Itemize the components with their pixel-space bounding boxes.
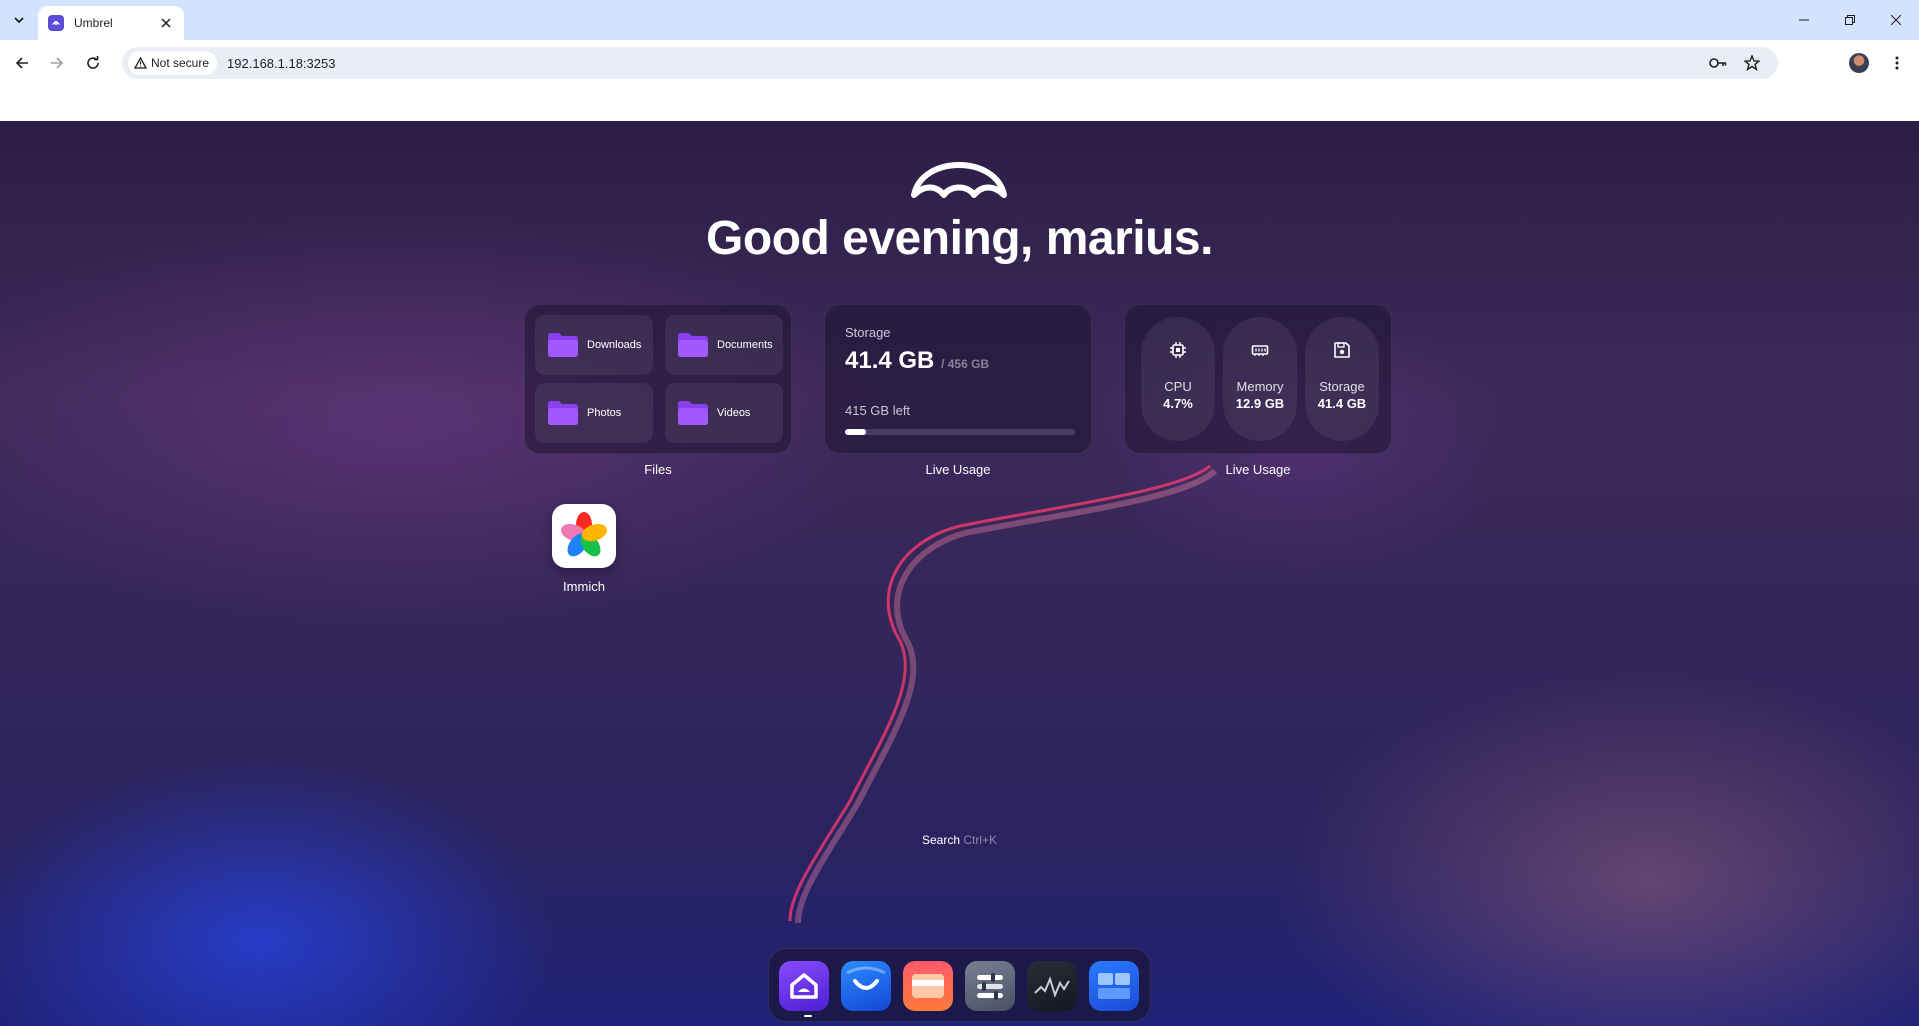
stat-cpu: CPU 4.7% [1141,317,1215,441]
stat-storage: Storage 41.4 GB [1305,317,1379,441]
folder-photos[interactable]: Photos [535,383,653,443]
storage-progress-fill [845,429,866,435]
storage-widget-caption: Live Usage [925,462,991,477]
stat-name: Storage [1319,379,1365,394]
files-widget-caption: Files [644,462,672,477]
settings-card-icon [912,974,944,998]
address-bar[interactable]: Not secure 192.168.1.18:3253 [122,47,1778,79]
tab-close-button[interactable] [158,15,174,31]
dock-active-indicator [804,1015,812,1017]
forward-button[interactable] [44,50,70,76]
storage-used-value: 41.4 GB / 456 GB [845,347,989,375]
address-bar-actions [1708,53,1762,73]
stat-name: Memory [1236,379,1284,394]
dock-controls[interactable] [965,961,1015,1011]
chevron-down-icon [14,17,24,24]
umbrel-favicon-icon [48,15,64,31]
more-vertical-icon [1895,56,1899,70]
umbrel-logo-icon [911,162,1007,198]
reload-icon [87,56,99,69]
stat-name: CPU [1164,379,1192,394]
cpu-icon [1170,342,1186,358]
app-immich[interactable] [552,504,616,568]
storage-total: / 456 GB [941,357,990,371]
dock-app-store[interactable] [841,961,891,1011]
restore-button[interactable] [1827,0,1873,40]
stat-value: 41.4 GB [1317,396,1367,411]
dock-widgets[interactable] [1089,961,1139,1011]
app-label: Immich [563,579,605,594]
security-label: Not secure [151,56,210,70]
storage-widget[interactable]: Storage 41.4 GB / 456 GB 415 GB left [824,304,1092,454]
dock-home[interactable] [779,961,829,1011]
app-store-icon [846,966,886,990]
arrow-right-icon [51,57,64,69]
folder-icon [547,400,579,426]
widgets-icon [1098,973,1130,999]
folder-videos[interactable]: Videos [665,383,783,443]
stat-value: 12.9 GB [1235,396,1285,411]
window-close-button[interactable] [1873,0,1919,40]
star-icon [1744,55,1760,71]
folder-label: Downloads [587,339,642,351]
stat-memory: Memory 12.9 GB [1223,317,1297,441]
back-button[interactable] [9,50,35,76]
search-button[interactable]: Search Ctrl+K [0,833,1919,847]
arrow-left-icon [15,57,28,69]
tab-title: Umbrel [74,16,113,30]
save-icon [1334,342,1350,358]
folder-downloads[interactable]: Downloads [535,315,653,375]
browser-toolbar: Not secure 192.168.1.18:3253 [0,40,1919,86]
window-controls [1781,0,1919,40]
umbrel-desktop: Good evening, marius. Downloads Document… [0,121,1919,1026]
folder-label: Documents [717,339,773,351]
dock [768,948,1151,1022]
live-usage-icon [1034,976,1070,998]
security-chip[interactable]: Not secure [128,51,218,75]
stat-value: 4.7% [1163,396,1193,411]
reload-button[interactable] [80,50,106,76]
browser-tab-strip: Umbrel [0,0,1919,40]
controls-icon [977,973,1003,1000]
immich-icon [560,512,608,557]
warning-icon [134,57,147,69]
minimize-button[interactable] [1781,0,1827,40]
tab-search-button[interactable] [7,8,31,32]
storage-progress-bar [845,429,1075,435]
search-shortcut: Ctrl+K [963,833,998,847]
url-text: 192.168.1.18:3253 [227,55,336,71]
close-icon [161,18,171,28]
folder-icon [677,400,709,426]
usage-widget-caption: Live Usage [1225,462,1291,477]
memory-icon [1251,345,1269,356]
folder-label: Videos [717,407,751,419]
dock-live-usage[interactable] [1027,961,1077,1011]
profile-avatar[interactable] [1849,53,1869,73]
browser-tab-umbrel[interactable]: Umbrel [38,6,184,40]
browser-menu-button[interactable] [1884,50,1910,76]
folder-icon [547,332,579,358]
bookmark-button[interactable] [1742,53,1762,73]
storage-used: 41.4 GB [845,347,935,374]
password-key-button[interactable] [1708,53,1728,73]
close-icon [1891,15,1901,25]
files-widget[interactable]: Downloads Documents Photos Videos [524,304,792,454]
dock-settings-card[interactable] [903,961,953,1011]
storage-title: Storage [845,325,891,340]
folder-documents[interactable]: Documents [665,315,783,375]
live-usage-widget[interactable]: CPU 4.7% Memory 12.9 GB Storage 41.4 GB [1124,304,1392,454]
minimize-icon [1799,19,1809,21]
storage-remaining: 415 GB left [845,403,911,418]
home-icon [790,973,818,999]
folder-icon [677,332,709,358]
key-icon [1709,58,1727,68]
search-label: Search [921,833,960,847]
folder-label: Photos [587,407,622,419]
restore-icon [1845,15,1855,25]
greeting-title: Good evening, marius. [706,212,1213,265]
